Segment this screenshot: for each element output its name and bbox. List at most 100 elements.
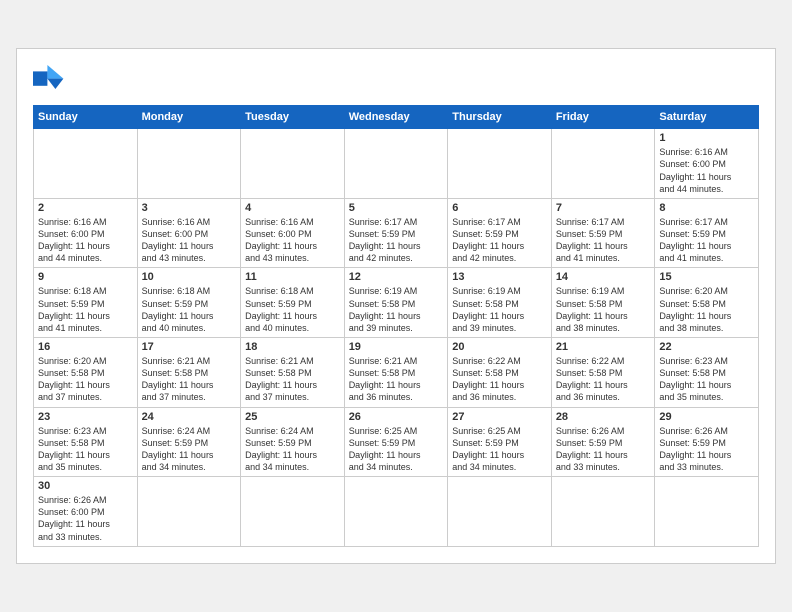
- day-info: Sunrise: 6:24 AM Sunset: 5:59 PM Dayligh…: [142, 425, 237, 474]
- day-info: Sunrise: 6:21 AM Sunset: 5:58 PM Dayligh…: [142, 355, 237, 404]
- calendar-cell: [448, 477, 552, 547]
- day-info: Sunrise: 6:18 AM Sunset: 5:59 PM Dayligh…: [142, 285, 237, 334]
- calendar-cell: 9 Sunrise: 6:18 AM Sunset: 5:59 PM Daylig…: [34, 268, 138, 338]
- day-number: 9: [38, 271, 133, 283]
- week-row-2: 9 Sunrise: 6:18 AM Sunset: 5:59 PM Daylig…: [34, 268, 759, 338]
- day-number: 28: [556, 411, 651, 423]
- day-number: 7: [556, 202, 651, 214]
- calendar-cell: [551, 129, 655, 199]
- day-number: 29: [659, 411, 754, 423]
- day-info: Sunrise: 6:16 AM Sunset: 6:00 PM Dayligh…: [659, 146, 754, 195]
- calendar-cell: 28Sunrise: 6:26 AM Sunset: 5:59 PM Dayli…: [551, 407, 655, 477]
- weekday-header-monday: Monday: [137, 106, 241, 129]
- calendar-cell: 1 Sunrise: 6:16 AM Sunset: 6:00 PM Daylig…: [655, 129, 759, 199]
- calendar-cell: 19 Sunrise: 6:21 AM Sunset: 5:58 PM Dayli…: [344, 338, 448, 408]
- day-number: 26: [349, 411, 444, 423]
- calendar-cell: 11 Sunrise: 6:18 AM Sunset: 5:59 PM Dayli…: [241, 268, 345, 338]
- day-number: 21: [556, 341, 651, 353]
- calendar-cell: 25Sunrise: 6:24 AM Sunset: 5:59 PM Dayli…: [241, 407, 345, 477]
- day-info: Sunrise: 6:18 AM Sunset: 5:59 PM Dayligh…: [245, 285, 340, 334]
- day-number: 3: [142, 202, 237, 214]
- day-info: Sunrise: 6:23 AM Sunset: 5:58 PM Dayligh…: [659, 355, 754, 404]
- calendar-cell: 16Sunrise: 6:20 AM Sunset: 5:58 PM Dayli…: [34, 338, 138, 408]
- calendar-cell: [448, 129, 552, 199]
- weekday-header-wednesday: Wednesday: [344, 106, 448, 129]
- day-number: 6: [452, 202, 547, 214]
- calendar-cell: 10 Sunrise: 6:18 AM Sunset: 5:59 PM Dayli…: [137, 268, 241, 338]
- day-info: Sunrise: 6:21 AM Sunset: 5:58 PM Dayligh…: [349, 355, 444, 404]
- day-number: 11: [245, 271, 340, 283]
- day-number: 10: [142, 271, 237, 283]
- calendar-cell: 2 Sunrise: 6:16 AM Sunset: 6:00 PM Daylig…: [34, 198, 138, 268]
- day-info: Sunrise: 6:19 AM Sunset: 5:58 PM Dayligh…: [556, 285, 651, 334]
- week-row-0: 1 Sunrise: 6:16 AM Sunset: 6:00 PM Daylig…: [34, 129, 759, 199]
- logo-icon: [33, 65, 65, 93]
- calendar-cell: 7 Sunrise: 6:17 AM Sunset: 5:59 PM Daylig…: [551, 198, 655, 268]
- calendar-cell: [344, 477, 448, 547]
- calendar-cell: 13 Sunrise: 6:19 AM Sunset: 5:58 PM Dayli…: [448, 268, 552, 338]
- day-number: 15: [659, 271, 754, 283]
- calendar-cell: [137, 477, 241, 547]
- day-info: Sunrise: 6:17 AM Sunset: 5:59 PM Dayligh…: [659, 216, 754, 265]
- calendar-cell: 5 Sunrise: 6:17 AM Sunset: 5:59 PM Daylig…: [344, 198, 448, 268]
- calendar-cell: [137, 129, 241, 199]
- day-number: 23: [38, 411, 133, 423]
- day-info: Sunrise: 6:25 AM Sunset: 5:59 PM Dayligh…: [452, 425, 547, 474]
- day-info: Sunrise: 6:16 AM Sunset: 6:00 PM Dayligh…: [38, 216, 133, 265]
- calendar-grid: SundayMondayTuesdayWednesdayThursdayFrid…: [33, 105, 759, 546]
- calendar-cell: 27 Sunrise: 6:25 AM Sunset: 5:59 PM Dayli…: [448, 407, 552, 477]
- day-number: 1: [659, 132, 754, 144]
- day-info: Sunrise: 6:19 AM Sunset: 5:58 PM Dayligh…: [349, 285, 444, 334]
- day-info: Sunrise: 6:17 AM Sunset: 5:59 PM Dayligh…: [556, 216, 651, 265]
- calendar-cell: [241, 129, 345, 199]
- day-info: Sunrise: 6:25 AM Sunset: 5:59 PM Dayligh…: [349, 425, 444, 474]
- weekday-header-thursday: Thursday: [448, 106, 552, 129]
- calendar-cell: 24 Sunrise: 6:24 AM Sunset: 5:59 PM Dayli…: [137, 407, 241, 477]
- day-info: Sunrise: 6:17 AM Sunset: 5:59 PM Dayligh…: [349, 216, 444, 265]
- day-number: 27: [452, 411, 547, 423]
- calendar-cell: 8 Sunrise: 6:17 AM Sunset: 5:59 PM Daylig…: [655, 198, 759, 268]
- day-info: Sunrise: 6:22 AM Sunset: 5:58 PM Dayligh…: [556, 355, 651, 404]
- calendar-cell: 15Sunrise: 6:20 AM Sunset: 5:58 PM Dayli…: [655, 268, 759, 338]
- calendar-cell: 6Sunrise: 6:17 AM Sunset: 5:59 PM Daylig…: [448, 198, 552, 268]
- day-number: 5: [349, 202, 444, 214]
- calendar-cell: [551, 477, 655, 547]
- weekday-header-friday: Friday: [551, 106, 655, 129]
- day-number: 14: [556, 271, 651, 283]
- logo: [33, 65, 71, 93]
- day-number: 17: [142, 341, 237, 353]
- weekday-header-sunday: Sunday: [34, 106, 138, 129]
- day-number: 24: [142, 411, 237, 423]
- calendar-cell: [655, 477, 759, 547]
- day-number: 2: [38, 202, 133, 214]
- day-info: Sunrise: 6:19 AM Sunset: 5:58 PM Dayligh…: [452, 285, 547, 334]
- day-number: 25: [245, 411, 340, 423]
- calendar-cell: [34, 129, 138, 199]
- calendar-cell: 22 Sunrise: 6:23 AM Sunset: 5:58 PM Dayli…: [655, 338, 759, 408]
- day-info: Sunrise: 6:22 AM Sunset: 5:58 PM Dayligh…: [452, 355, 547, 404]
- calendar-cell: 29Sunrise: 6:26 AM Sunset: 5:59 PM Dayli…: [655, 407, 759, 477]
- day-info: Sunrise: 6:21 AM Sunset: 5:58 PM Dayligh…: [245, 355, 340, 404]
- day-number: 13: [452, 271, 547, 283]
- calendar-cell: [241, 477, 345, 547]
- day-number: 19: [349, 341, 444, 353]
- day-number: 18: [245, 341, 340, 353]
- calendar-cell: 21 Sunrise: 6:22 AM Sunset: 5:58 PM Dayli…: [551, 338, 655, 408]
- day-info: Sunrise: 6:26 AM Sunset: 6:00 PM Dayligh…: [38, 494, 133, 543]
- calendar-cell: 3 Sunrise: 6:16 AM Sunset: 6:00 PM Daylig…: [137, 198, 241, 268]
- calendar-cell: 20Sunrise: 6:22 AM Sunset: 5:58 PM Dayli…: [448, 338, 552, 408]
- day-info: Sunrise: 6:16 AM Sunset: 6:00 PM Dayligh…: [142, 216, 237, 265]
- calendar-cell: 4Sunrise: 6:16 AM Sunset: 6:00 PM Daylig…: [241, 198, 345, 268]
- day-number: 22: [659, 341, 754, 353]
- week-row-1: 2 Sunrise: 6:16 AM Sunset: 6:00 PM Daylig…: [34, 198, 759, 268]
- calendar-cell: 23Sunrise: 6:23 AM Sunset: 5:58 PM Dayli…: [34, 407, 138, 477]
- week-row-4: 23Sunrise: 6:23 AM Sunset: 5:58 PM Dayli…: [34, 407, 759, 477]
- week-row-3: 16Sunrise: 6:20 AM Sunset: 5:58 PM Dayli…: [34, 338, 759, 408]
- day-info: Sunrise: 6:18 AM Sunset: 5:59 PM Dayligh…: [38, 285, 133, 334]
- weekday-header-row: SundayMondayTuesdayWednesdayThursdayFrid…: [34, 106, 759, 129]
- day-info: Sunrise: 6:16 AM Sunset: 6:00 PM Dayligh…: [245, 216, 340, 265]
- week-row-5: 30 Sunrise: 6:26 AM Sunset: 6:00 PM Dayli…: [34, 477, 759, 547]
- day-number: 8: [659, 202, 754, 214]
- calendar-cell: 14 Sunrise: 6:19 AM Sunset: 5:58 PM Dayli…: [551, 268, 655, 338]
- day-number: 30: [38, 480, 133, 492]
